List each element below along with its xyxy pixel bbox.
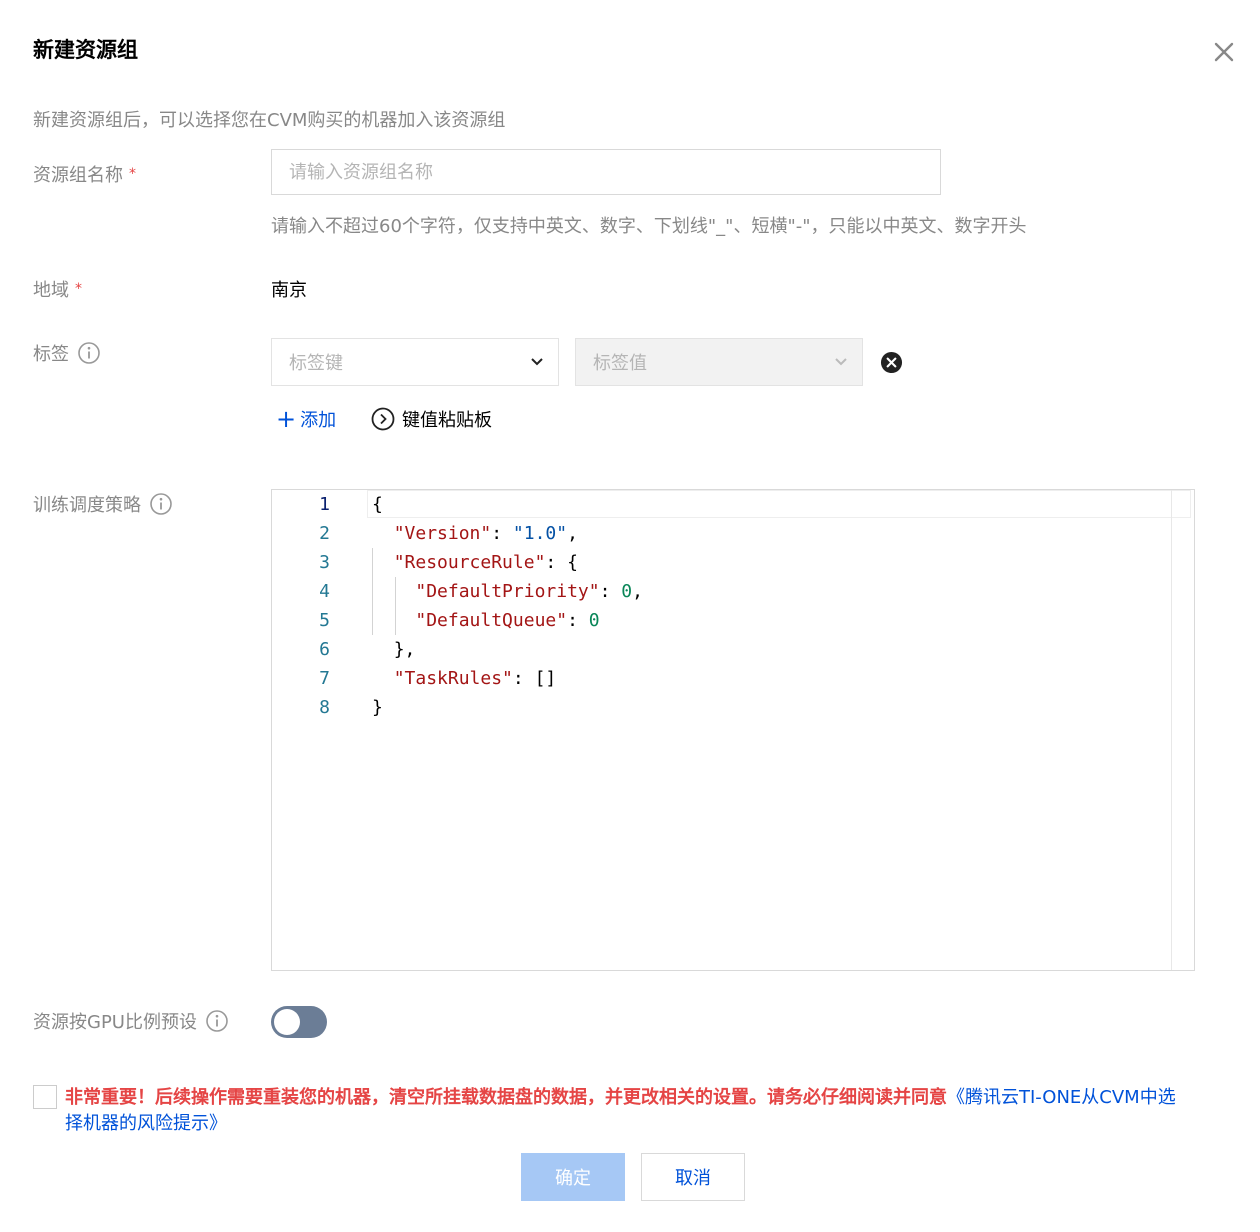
json-number: 0 xyxy=(588,610,600,631)
json-punct: : xyxy=(599,581,622,602)
line-number: 7 xyxy=(319,668,330,689)
plus-icon: + xyxy=(276,405,297,433)
tag-key-placeholder: 标签键 xyxy=(289,353,343,374)
policy-code-editor[interactable]: 1 { 2 "Version": "1.0", 3 "ResourceRule"… xyxy=(271,489,1195,971)
gpu-ratio-label-text: 资源按GPU比例预设 xyxy=(33,1012,197,1033)
tags-label: 标签 xyxy=(33,340,101,366)
code-line: 6 }, xyxy=(272,635,415,664)
remove-tag-icon[interactable] xyxy=(880,351,903,374)
add-tag-button[interactable]: + 添加 xyxy=(276,406,336,432)
json-key: "DefaultQueue" xyxy=(415,610,568,631)
code-line: 7 "TaskRules": [] xyxy=(272,664,556,693)
resource-group-name-input[interactable] xyxy=(271,149,941,195)
code-line: 2 "Version": "1.0", xyxy=(272,519,578,548)
json-punct: : xyxy=(567,610,589,631)
line-number: 3 xyxy=(319,552,330,573)
name-label: 资源组名称 * xyxy=(33,161,136,187)
json-key: "DefaultPriority" xyxy=(415,581,600,602)
toggle-knob xyxy=(274,1009,300,1035)
gpu-ratio-label: 资源按GPU比例预设 xyxy=(33,1008,229,1034)
region-value: 南京 xyxy=(271,280,307,301)
agreement-text: 非常重要！后续操作需要重装您的机器，清空所挂载数据盘的数据，并更改相关的设置。请… xyxy=(65,1085,1185,1137)
chevron-down-icon xyxy=(531,358,543,366)
circle-chevron-right-icon xyxy=(371,407,395,431)
code-text: } xyxy=(372,697,383,718)
tag-value-select: 标签值 xyxy=(575,338,863,386)
json-key: "ResourceRule" xyxy=(393,552,546,573)
json-punct: : xyxy=(545,552,568,573)
json-punct: [] xyxy=(534,668,557,689)
info-icon[interactable] xyxy=(205,1009,229,1033)
key-value-paste-button[interactable]: 键值粘贴板 xyxy=(371,406,492,432)
json-number: 0 xyxy=(621,581,633,602)
json-string: "1.0" xyxy=(512,523,568,544)
json-punct: { xyxy=(567,552,578,573)
line-number: 8 xyxy=(319,697,330,718)
name-label-text: 资源组名称 xyxy=(33,165,123,186)
required-mark: * xyxy=(129,166,136,182)
json-punct: : xyxy=(512,668,535,689)
tag-value-placeholder: 标签值 xyxy=(593,353,647,374)
line-number: 4 xyxy=(319,581,330,602)
add-tag-label: 添加 xyxy=(300,410,337,431)
line-number: 2 xyxy=(319,523,330,544)
json-punct: }, xyxy=(393,639,416,660)
agreement-warning: 非常重要！后续操作需要重装您的机器，清空所挂载数据盘的数据，并更改相关的设置。请… xyxy=(65,1087,947,1108)
name-hint: 请输入不超过60个字符，仅支持中英文、数字、下划线"_"、短横"-"，只能以中英… xyxy=(271,216,1027,237)
json-key: "TaskRules" xyxy=(393,668,513,689)
editor-scrollbar[interactable] xyxy=(1171,490,1194,970)
json-punct: , xyxy=(567,523,578,544)
current-line-highlight xyxy=(367,490,1191,518)
code-line: 8 } xyxy=(272,693,383,722)
policy-label-text: 训练调度策略 xyxy=(33,495,141,516)
confirm-button[interactable]: 确定 xyxy=(521,1153,625,1201)
code-line: 3 "ResourceRule": { xyxy=(272,548,578,577)
line-number: 5 xyxy=(319,610,330,631)
tag-key-select[interactable]: 标签键 xyxy=(271,338,559,386)
close-icon[interactable] xyxy=(1210,38,1238,66)
region-label: 地域 * xyxy=(33,276,82,302)
code-line: 1 { xyxy=(272,490,383,519)
code-line: 5 "DefaultQueue": 0 xyxy=(272,606,600,635)
paste-label: 键值粘贴板 xyxy=(402,410,492,431)
line-number: 6 xyxy=(319,639,330,660)
dialog-description: 新建资源组后，可以选择您在CVM购买的机器加入该资源组 xyxy=(33,110,506,131)
policy-label: 训练调度策略 xyxy=(33,491,173,517)
json-punct: : xyxy=(491,523,513,544)
info-icon[interactable] xyxy=(149,492,173,516)
code-line: 4 "DefaultPriority": 0, xyxy=(272,577,643,606)
required-mark: * xyxy=(75,281,82,297)
region-label-text: 地域 xyxy=(33,280,69,301)
tags-label-text: 标签 xyxy=(33,344,69,365)
dialog-title: 新建资源组 xyxy=(33,38,138,62)
code-text: { xyxy=(372,494,383,515)
line-number: 1 xyxy=(319,494,330,515)
cancel-button[interactable]: 取消 xyxy=(641,1153,745,1201)
json-punct: , xyxy=(632,581,643,602)
agreement-checkbox[interactable] xyxy=(33,1085,57,1109)
info-icon[interactable] xyxy=(77,341,101,365)
chevron-down-icon xyxy=(835,358,847,366)
gpu-ratio-toggle[interactable] xyxy=(271,1006,327,1038)
json-key: "Version" xyxy=(393,523,492,544)
